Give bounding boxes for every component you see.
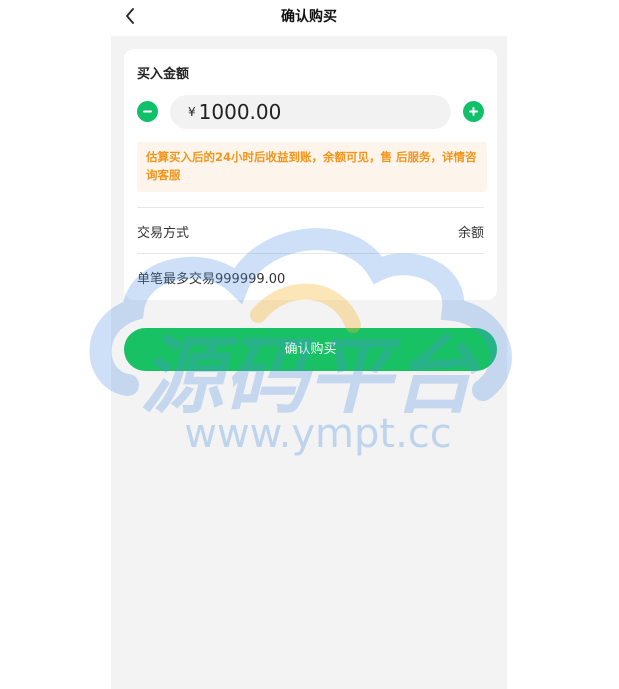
confirm-purchase-button[interactable]: 确认购买 [124,328,497,371]
plus-circle-icon [469,107,478,116]
notice-box: 估算买入后的24小时后收益到账，余额可见，售 后服务，详情咨询客服 [137,142,487,192]
increase-amount-button[interactable] [463,101,484,122]
currency-symbol: ¥ [188,105,196,119]
amount-value: 1000.00 [198,100,282,124]
max-limit-text: 单笔最多交易999999.00 [137,272,286,287]
divider [137,253,484,254]
payment-method-label: 交易方式 [137,226,190,241]
divider [137,207,484,208]
phone-screen: 确认购买 买入金额 ¥ 1000.00 估算买入后的24小时后收益到账，余额可见… [111,0,507,689]
nav-bar: 确认购买 [111,0,507,36]
page-title: 确认购买 [281,9,337,25]
purchase-card: 买入金额 ¥ 1000.00 估算买入后的24小时后收益到账，余额可见，售 后服… [124,49,497,300]
amount-label: 买入金额 [137,67,190,82]
decrease-amount-button[interactable] [137,101,158,122]
payment-method-value[interactable]: 余额 [458,222,484,241]
minus-circle-icon [143,110,152,113]
amount-input[interactable]: ¥ 1000.00 [170,95,451,129]
